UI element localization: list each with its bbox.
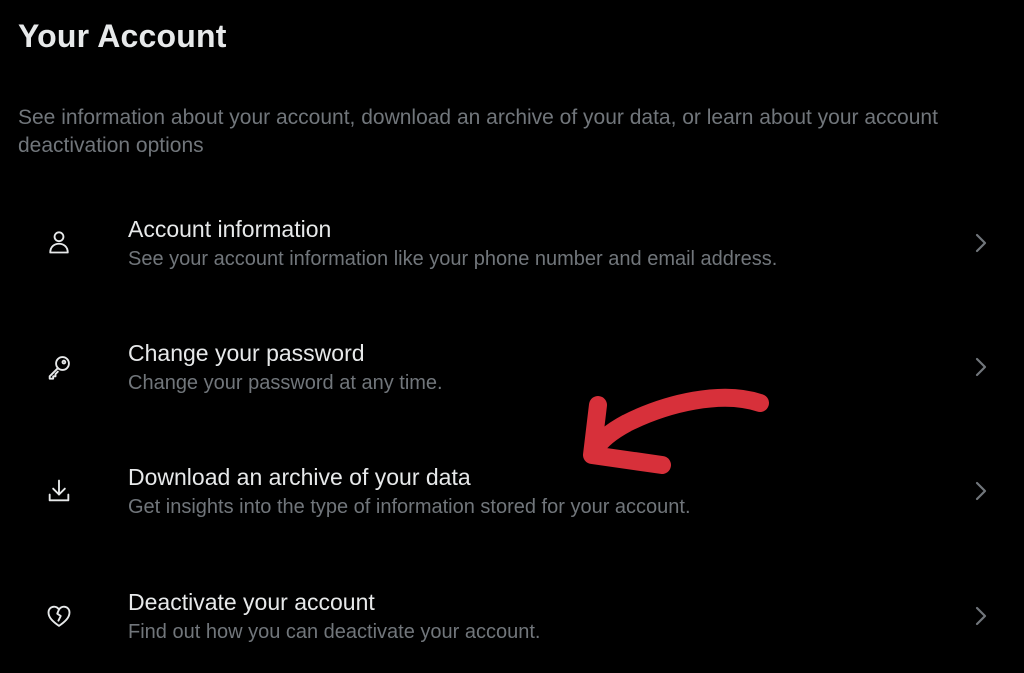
chevron-right-icon	[968, 230, 994, 256]
menu-item-subtitle: Get insights into the type of informatio…	[128, 496, 691, 518]
chevron-right-icon	[968, 354, 994, 380]
menu-item-title: Download an archive of your data	[128, 464, 471, 490]
menu-item-title: Account information	[128, 216, 332, 242]
download-icon	[44, 476, 74, 506]
menu-item-download-archive[interactable]: Download an archive of your data Get ins…	[0, 438, 1024, 548]
menu-item-change-password[interactable]: Change your password Change your passwor…	[0, 314, 1024, 424]
menu-item-account-information[interactable]: Account information See your account inf…	[0, 190, 1024, 300]
menu-item-subtitle: Change your password at any time.	[128, 372, 443, 394]
key-icon	[44, 352, 74, 382]
menu-item-deactivate-account[interactable]: Deactivate your account Find out how you…	[0, 563, 1024, 673]
broken-heart-icon	[44, 601, 74, 631]
chevron-right-icon	[968, 603, 994, 629]
menu-item-subtitle: Find out how you can deactivate your acc…	[128, 621, 541, 643]
menu-item-title: Change your password	[128, 340, 365, 366]
page-title: Your Account	[18, 18, 227, 54]
chevron-right-icon	[968, 478, 994, 504]
person-icon	[44, 227, 74, 257]
page-description: See information about your account, down…	[18, 106, 938, 157]
menu-item-subtitle: See your account information like your p…	[128, 248, 778, 270]
menu-item-title: Deactivate your account	[128, 589, 375, 615]
